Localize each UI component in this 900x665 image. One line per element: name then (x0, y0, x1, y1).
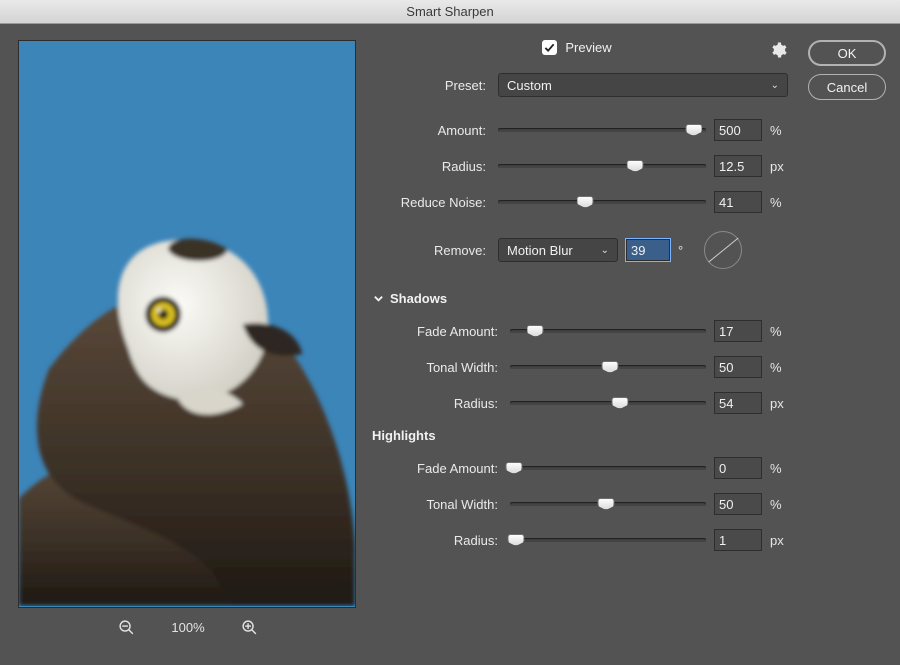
amount-slider[interactable] (498, 121, 706, 139)
hl-tonal-slider[interactable] (510, 495, 706, 513)
hl-tonal-label: Tonal Width: (372, 497, 502, 512)
hl-radius-label: Radius: (372, 533, 502, 548)
shadows-radius-slider[interactable] (510, 394, 706, 412)
chevron-down-icon (372, 293, 384, 305)
shadows-heading[interactable]: Shadows (372, 291, 788, 306)
reduce-noise-input[interactable] (714, 191, 762, 213)
preview-label: Preview (565, 40, 611, 55)
zoom-level: 100% (171, 620, 204, 635)
remove-angle-input[interactable] (626, 239, 670, 261)
hl-radius-input[interactable] (714, 529, 762, 551)
preset-label: Preset: (372, 78, 490, 93)
shadows-fade-input[interactable] (714, 320, 762, 342)
chevron-down-icon: ⌄ (601, 245, 609, 256)
shadows-tonal-input[interactable] (714, 356, 762, 378)
shadows-fade-slider[interactable] (510, 322, 706, 340)
hl-fade-input[interactable] (714, 457, 762, 479)
preview-image[interactable] (18, 40, 356, 608)
shadows-radius-label: Radius: (372, 396, 502, 411)
amount-label: Amount: (372, 123, 490, 138)
hl-radius-slider[interactable] (510, 531, 706, 549)
reduce-noise-label: Reduce Noise: (372, 195, 490, 210)
radius-label: Radius: (372, 159, 490, 174)
title-bar: Smart Sharpen (0, 0, 900, 24)
gear-icon[interactable] (768, 40, 788, 60)
shadows-radius-input[interactable] (714, 392, 762, 414)
shadows-tonal-slider[interactable] (510, 358, 706, 376)
preview-checkbox[interactable] (542, 40, 557, 55)
hl-fade-slider[interactable] (510, 459, 706, 477)
radius-input[interactable] (714, 155, 762, 177)
ok-button[interactable]: OK (808, 40, 886, 66)
angle-dial[interactable] (704, 231, 742, 269)
cancel-button[interactable]: Cancel (808, 74, 886, 100)
remove-label: Remove: (372, 243, 490, 258)
hl-fade-label: Fade Amount: (372, 461, 502, 476)
amount-input[interactable] (714, 119, 762, 141)
preset-select[interactable]: Custom ⌄ (498, 73, 788, 97)
reduce-noise-slider[interactable] (498, 193, 706, 211)
remove-select[interactable]: Motion Blur ⌄ (498, 238, 618, 262)
dialog-title: Smart Sharpen (406, 4, 493, 19)
hl-tonal-input[interactable] (714, 493, 762, 515)
shadows-fade-label: Fade Amount: (372, 324, 502, 339)
radius-slider[interactable] (498, 157, 706, 175)
chevron-down-icon: ⌄ (771, 80, 779, 91)
shadows-tonal-label: Tonal Width: (372, 360, 502, 375)
zoom-out-icon[interactable] (117, 618, 135, 636)
zoom-in-icon[interactable] (241, 618, 259, 636)
highlights-heading: Highlights (372, 428, 788, 443)
